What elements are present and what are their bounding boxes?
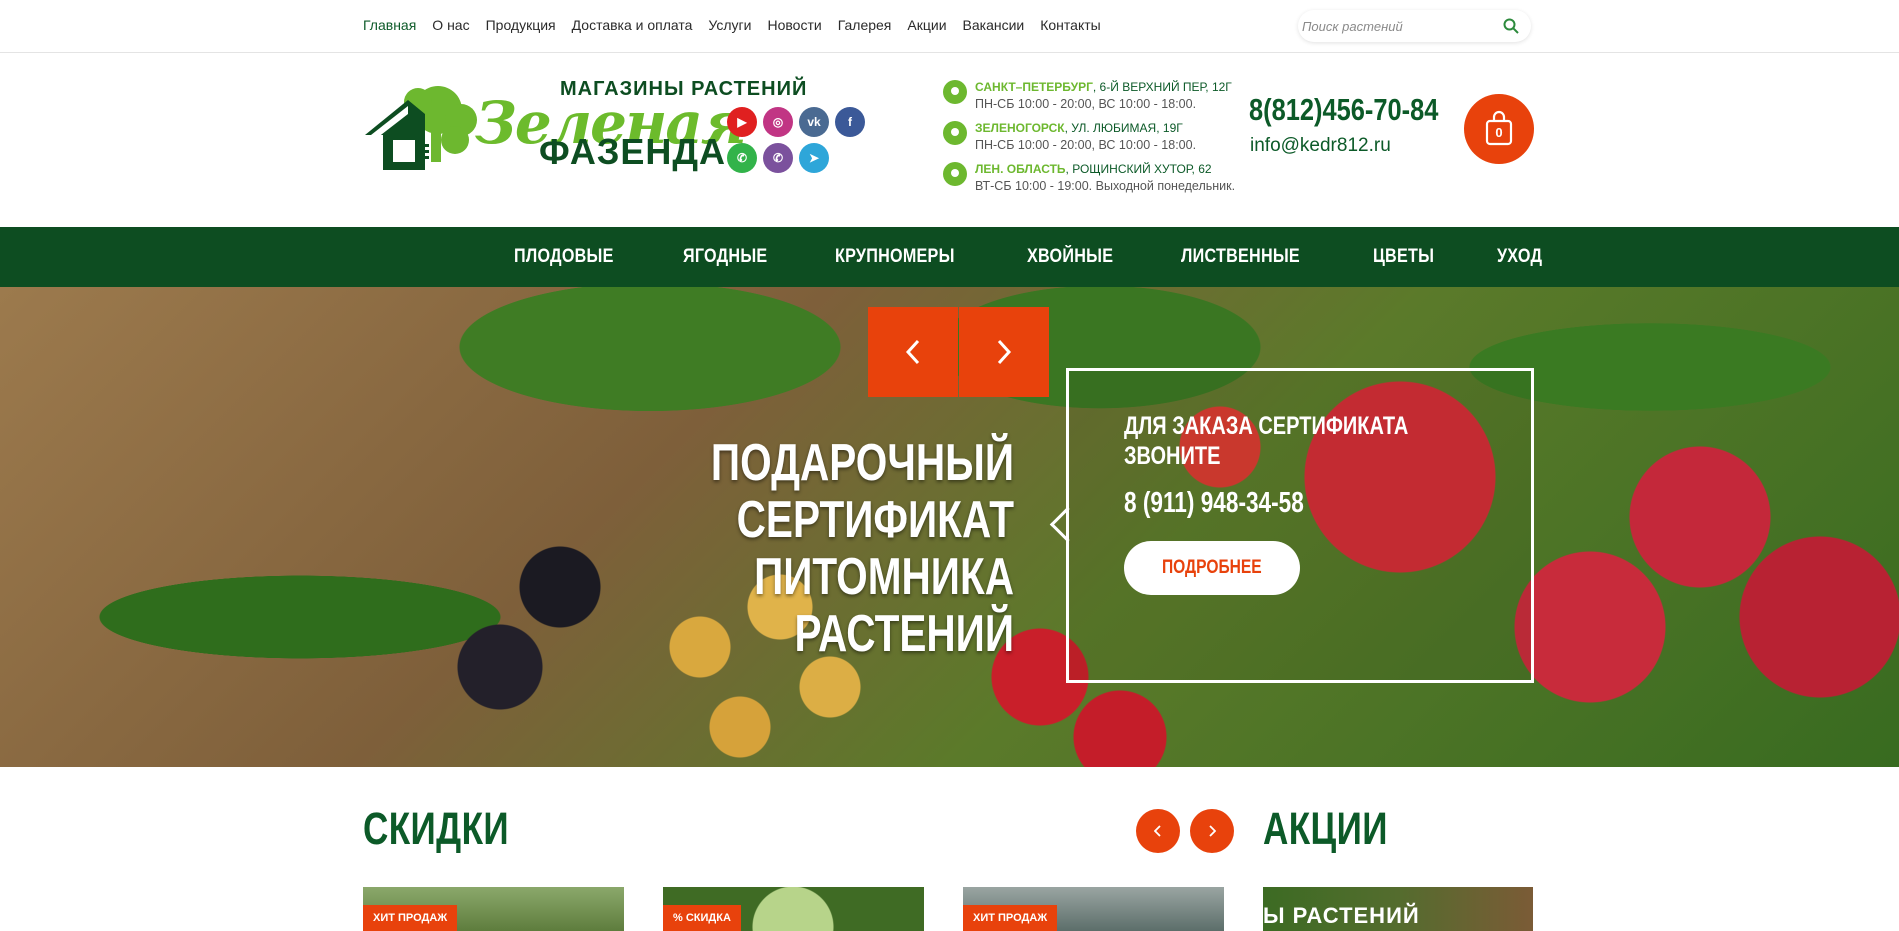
product-badge: ХИТ ПРОДАЖ bbox=[363, 905, 458, 931]
hero-slider: ПОДАРОЧНЫЙ СЕРТИФИКАТ ПИТОМНИКА РАСТЕНИЙ… bbox=[0, 287, 1899, 767]
nav-link-delivery[interactable]: Доставка и оплата bbox=[572, 17, 693, 33]
header-email[interactable]: info@kedr812.ru bbox=[1250, 135, 1391, 157]
address-city: ЗЕЛЕНОГОРСК bbox=[975, 121, 1065, 135]
top-navigation: Главная О нас Продукция Доставка и оплат… bbox=[363, 17, 1101, 33]
top-bar: Главная О нас Продукция Доставка и оплат… bbox=[0, 0, 1899, 53]
header-phone[interactable]: 8(812)456-70-84 bbox=[1249, 92, 1438, 128]
category-conifer[interactable]: ХВОЙНЫЕ bbox=[1027, 246, 1113, 268]
search-icon[interactable] bbox=[1503, 18, 1519, 34]
viber-icon[interactable]: ✆ bbox=[763, 143, 793, 173]
nav-link-products[interactable]: Продукция bbox=[486, 17, 556, 33]
telegram-icon[interactable]: ➤ bbox=[799, 143, 829, 173]
chevron-right-icon bbox=[997, 339, 1012, 365]
product-card[interactable]: ХИТ ПРОДАЖ bbox=[963, 887, 1224, 931]
slider-next-button[interactable] bbox=[959, 307, 1049, 397]
chevron-right-icon bbox=[1209, 825, 1216, 837]
address-street: , УЛ. ЛЮБИМАЯ, 19Г bbox=[1064, 121, 1183, 135]
chevron-left-icon bbox=[905, 339, 920, 365]
nav-link-gallery[interactable]: Галерея bbox=[838, 17, 892, 33]
address-street: , РОЩИНСКИЙ ХУТОР, 62 bbox=[1065, 162, 1212, 176]
whatsapp-icon[interactable]: ✆ bbox=[727, 143, 757, 173]
hero-box-text: ДЛЯ ЗАКАЗА СЕРТИФИКАТА ЗВОНИТЕ bbox=[1124, 412, 1409, 470]
product-card[interactable]: % СКИДКА bbox=[663, 887, 924, 931]
nav-link-news[interactable]: Новости bbox=[767, 17, 821, 33]
location-pin-icon bbox=[943, 162, 967, 186]
youtube-icon[interactable]: ▶ bbox=[727, 107, 757, 137]
discounts-prev-button[interactable] bbox=[1136, 809, 1180, 853]
nav-link-services[interactable]: Услуги bbox=[708, 17, 751, 33]
address-city: ЛЕН. ОБЛАСТЬ bbox=[975, 162, 1066, 176]
discounts-next-button[interactable] bbox=[1190, 809, 1234, 853]
hero-info-box: ДЛЯ ЗАКАЗА СЕРТИФИКАТА ЗВОНИТЕ 8 (911) 9… bbox=[1066, 368, 1534, 683]
address-hours: ПН-СБ 10:00 - 20:00, ВС 10:00 - 18:00. bbox=[975, 97, 1197, 111]
product-badge: % СКИДКА bbox=[663, 905, 741, 931]
address-city: САНКТ–ПЕТЕРБУРГ bbox=[975, 80, 1093, 94]
social-links: ▶ ◎ vk f ✆ ✆ ➤ bbox=[727, 107, 867, 175]
cart-count: 0 bbox=[1495, 125, 1503, 140]
nav-link-vacancies[interactable]: Вакансии bbox=[963, 17, 1025, 33]
chevron-left-icon bbox=[1154, 825, 1161, 837]
address-item: САНКТ–ПЕТЕРБУРГ, 6-Й ВЕРХНИЙ ПЕР, 12Г ПН… bbox=[943, 80, 1273, 121]
category-berry[interactable]: ЯГОДНЫЕ bbox=[683, 246, 767, 268]
category-large[interactable]: КРУПНОМЕРЫ bbox=[835, 246, 955, 268]
product-card[interactable]: ХИТ ПРОДАЖ bbox=[363, 887, 624, 931]
address-item: ЗЕЛЕНОГОРСК, УЛ. ЛЮБИМАЯ, 19Г ПН-СБ 10:0… bbox=[943, 121, 1273, 162]
category-fruit[interactable]: ПЛОДОВЫЕ bbox=[514, 246, 614, 268]
address-hours: ВТ-СБ 10:00 - 19:00. Выходной понедельни… bbox=[975, 179, 1236, 193]
more-button[interactable]: ПОДРОБНЕЕ bbox=[1124, 541, 1300, 595]
search-box bbox=[1298, 10, 1531, 42]
house-tree-logo-icon bbox=[365, 86, 477, 170]
nav-link-promos[interactable]: Акции bbox=[907, 17, 946, 33]
nav-link-about[interactable]: О нас bbox=[432, 17, 469, 33]
promo-banner-text: Ы РАСТЕНИЙ bbox=[1263, 903, 1420, 928]
address-hours: ПН-СБ 10:00 - 20:00, ВС 10:00 - 18:00. bbox=[975, 138, 1197, 152]
nav-link-home[interactable]: Главная bbox=[363, 17, 416, 33]
discounts-title: СКИДКИ bbox=[363, 803, 510, 854]
hero-box-phone[interactable]: 8 (911) 948-34-58 bbox=[1124, 487, 1304, 520]
category-menu: ПЛОДОВЫЕ ЯГОДНЫЕ КРУПНОМЕРЫ ХВОЙНЫЕ ЛИСТ… bbox=[0, 227, 1899, 287]
location-pin-icon bbox=[943, 80, 967, 104]
logo-brand-text: ФАЗЕНДА bbox=[539, 131, 727, 172]
slider-prev-button[interactable] bbox=[868, 307, 958, 397]
search-input[interactable] bbox=[1302, 10, 1492, 42]
address-street: , 6-Й ВЕРХНИЙ ПЕР, 12Г bbox=[1092, 80, 1232, 94]
category-care[interactable]: УХОД bbox=[1497, 246, 1542, 268]
hero-title: ПОДАРОЧНЫЙ СЕРТИФИКАТ ПИТОМНИКА РАСТЕНИЙ bbox=[710, 434, 1014, 663]
category-flowers[interactable]: ЦВЕТЫ bbox=[1373, 246, 1434, 268]
promo-banner[interactable]: Ы РАСТЕНИЙ bbox=[1263, 887, 1533, 931]
nav-link-contacts[interactable]: Контакты bbox=[1040, 17, 1100, 33]
cart-button[interactable]: 0 bbox=[1464, 94, 1534, 164]
vk-icon[interactable]: vk bbox=[799, 107, 829, 137]
store-addresses: САНКТ–ПЕТЕРБУРГ, 6-Й ВЕРХНИЙ ПЕР, 12Г ПН… bbox=[943, 80, 1273, 203]
slider-controls bbox=[868, 307, 1049, 397]
location-pin-icon bbox=[943, 121, 967, 145]
product-badge: ХИТ ПРОДАЖ bbox=[963, 905, 1058, 931]
promos-title: АКЦИИ bbox=[1263, 803, 1388, 854]
facebook-icon[interactable]: f bbox=[835, 107, 865, 137]
category-deciduous[interactable]: ЛИСТВЕННЫЕ bbox=[1181, 246, 1300, 268]
address-item: ЛЕН. ОБЛАСТЬ, РОЩИНСКИЙ ХУТОР, 62 ВТ-СБ … bbox=[943, 162, 1273, 203]
instagram-icon[interactable]: ◎ bbox=[763, 107, 793, 137]
